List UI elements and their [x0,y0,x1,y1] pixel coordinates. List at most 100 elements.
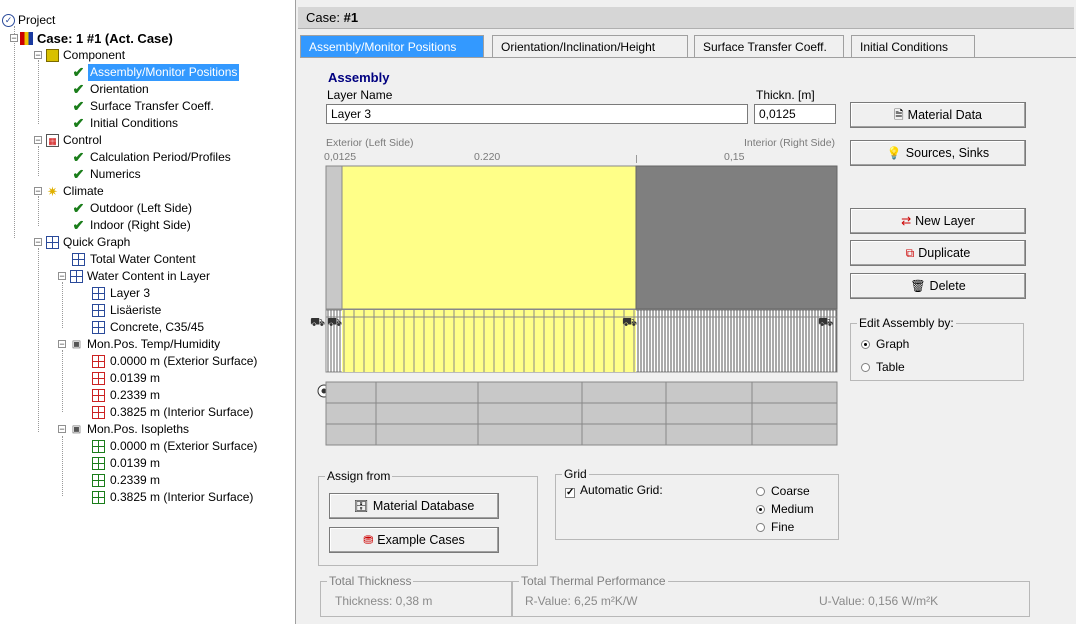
tab-orientation[interactable]: Orientation/Inclination/Height [492,35,688,57]
tree-line [38,196,39,226]
new-layer-button[interactable]: ⇄ New Layer [850,208,1026,234]
dimension-label: 0,0125 [324,151,357,163]
radio-dot [756,505,765,514]
material-database-button[interactable]: 🗄 Material Database [329,493,499,519]
project-icon: ✓ [2,14,15,27]
grid-coarse-radio[interactable]: Coarse [756,483,810,499]
total-thickness-group: Total Thickness Thickness: 0,38 m [320,574,512,617]
check-icon: ✔ [72,98,85,114]
database-icon: 🗄 [353,499,369,513]
tree-line [62,282,63,328]
tree-line [38,60,39,124]
duplicate-icon: ⧉ [905,246,915,260]
check-icon: ✔ [72,149,85,165]
chart-icon [92,372,105,385]
checkbox-checked-icon: ✓ [565,487,575,498]
collapse-icon[interactable]: − [10,34,18,43]
tree-line [62,436,63,496]
check-icon: ✔ [72,166,85,182]
sources-sinks-button[interactable]: 💡 Sources, Sinks [850,140,1026,166]
case-name: #1 [343,10,359,25]
radio-dot [861,363,870,372]
document-icon: 🗎 [894,108,904,122]
project-tree[interactable]: ✓ Project − Case: 1 #1 (Act. Case) − Com… [0,0,296,624]
delete-button[interactable]: 🗑 Delete [850,273,1026,299]
thickness-label: Thickn. [m] [756,88,815,102]
tab-initial-conditions[interactable]: Initial Conditions [851,35,975,57]
collapse-icon[interactable]: − [58,340,66,349]
exterior-label: Exterior (Left Side) [326,137,414,149]
collapse-icon[interactable]: − [34,136,42,145]
edit-by-graph-radio[interactable]: Graph [861,336,909,352]
tab-divider [300,57,1076,58]
check-icon: ✔ [72,81,85,97]
example-cases-icon: ⛃ [363,533,374,547]
dimension-label: 0.220 [474,151,501,163]
tree-line [14,26,15,238]
collapse-icon[interactable]: − [34,238,42,247]
assembly-title: Assembly [328,70,390,85]
automatic-grid-checkbox[interactable]: ✓ Automatic Grid: [565,483,663,498]
tree-line [38,146,39,176]
duplicate-button[interactable]: ⧉ Duplicate [850,240,1026,266]
material-data-button[interactable]: 🗎 Material Data [850,102,1026,128]
new-layer-icon: ⇄ [901,214,912,228]
monitor-marker-icon[interactable]: ⛟ [622,315,637,329]
r-value: R-Value: 6,25 m²K/W [525,594,638,608]
collapse-icon[interactable]: − [34,187,42,196]
chart-icon [92,457,105,470]
trash-icon: 🗑 [910,279,926,293]
chart-icon [92,321,105,334]
grid-medium-radio[interactable]: Medium [756,501,814,517]
check-icon: ✔ [72,64,85,80]
monitor-marker-icon[interactable]: ⛟ [310,315,325,329]
interior-label: Interior (Right Side) [744,137,836,149]
grid-group: Grid ✓ Automatic Grid: Coarse Medium Fine [555,467,839,540]
grid-fine-radio[interactable]: Fine [756,519,794,535]
monitor-marker-icon[interactable]: ⛟ [818,315,833,329]
thickness-input[interactable] [754,104,836,124]
case-icon [20,32,33,45]
dimension-label: 0,15 [724,151,745,163]
chart-icon [92,304,105,317]
layer-bar-concrete[interactable] [635,165,838,310]
assembly-graph[interactable]: ⛟ ⛟ ⛟ ⛟ [310,164,840,454]
chart-icon [72,253,85,266]
u-value: U-Value: 0,156 W/m²K [819,594,939,608]
edit-by-table-radio[interactable]: Table [861,359,905,375]
radio-dot [756,523,765,532]
check-icon: ✔ [72,200,85,216]
grid-icon [46,236,59,249]
chart-icon [92,287,105,300]
case-header: Case: #1 [298,7,1074,29]
example-cases-button[interactable]: ⛃ Example Cases [329,527,499,553]
collapse-icon[interactable]: − [58,425,66,434]
layer-name-label: Layer Name [327,88,393,102]
chart-icon [92,355,105,368]
monitor-marker-icon[interactable]: ⛟ [327,315,342,329]
layer-bar-insulation[interactable] [341,165,637,310]
collapse-icon[interactable]: − [58,272,66,281]
monitor-icon: ▣ [71,424,82,435]
radio-dot [861,340,870,349]
chart-icon [92,389,105,402]
chart-icon [92,440,105,453]
control-icon: ▦ [46,134,59,147]
chart-icon [92,406,105,419]
monitor-icon: ▣ [71,339,82,350]
total-thickness-value: Thickness: 0,38 m [335,594,433,608]
grid-icon [70,270,83,283]
radio-dot [756,487,765,496]
tab-assembly[interactable]: Assembly/Monitor Positions [300,35,484,57]
case-prefix: Case: [306,10,340,25]
grid-fill [342,310,636,372]
layer-name-input[interactable] [326,104,748,124]
chart-icon [92,474,105,487]
tab-surface-transfer[interactable]: Surface Transfer Coeff. [694,35,844,57]
tree-line [38,248,39,432]
check-icon: ✔ [72,115,85,131]
layer-bar-layer3[interactable] [325,165,343,310]
sun-icon: ✷ [47,184,58,199]
thermal-performance-group: Total Thermal Performance R-Value: 6,25 … [512,574,1030,617]
collapse-icon[interactable]: − [34,51,42,60]
